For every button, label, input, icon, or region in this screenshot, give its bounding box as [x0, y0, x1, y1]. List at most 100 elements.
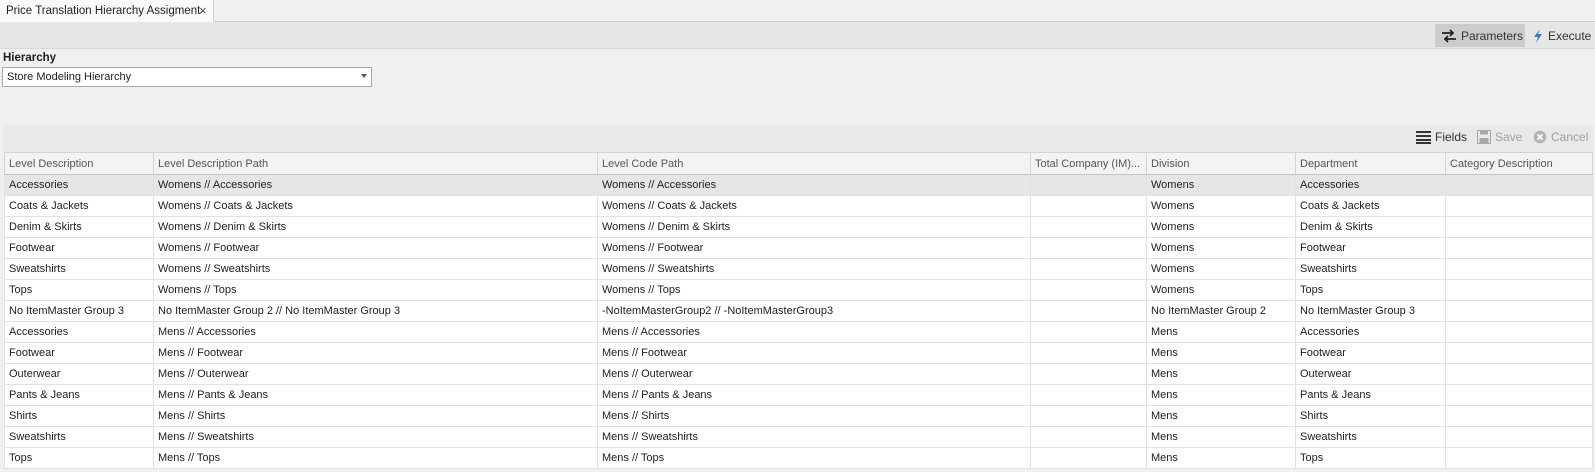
division-cell[interactable]: Mens	[1146, 426, 1296, 448]
department-cell[interactable]: Tops	[1295, 447, 1446, 469]
level-description-path-cell[interactable]: Mens // Accessories	[153, 321, 598, 343]
department-cell[interactable]: Footwear	[1295, 342, 1446, 364]
category-description-cell[interactable]	[1445, 174, 1593, 196]
level-code-path-cell[interactable]: Mens // Outerwear	[597, 363, 1031, 385]
total-company-cell[interactable]	[1030, 384, 1147, 406]
execute-button[interactable]: Execute	[1530, 24, 1595, 47]
total-company-cell[interactable]	[1030, 321, 1147, 343]
column-header-division[interactable]: Division	[1146, 152, 1296, 175]
level-code-path-cell[interactable]: Womens // Footwear	[597, 237, 1031, 259]
department-cell[interactable]: Sweatshirts	[1295, 258, 1446, 280]
category-description-cell[interactable]	[1445, 426, 1593, 448]
category-description-cell[interactable]	[1445, 384, 1593, 406]
column-header-category-description[interactable]: Category Description	[1445, 152, 1593, 175]
level-description-cell[interactable]: Tops	[4, 279, 154, 301]
department-cell[interactable]: Accessories	[1295, 174, 1446, 196]
level-code-path-cell[interactable]: Mens // Shirts	[597, 405, 1031, 427]
division-cell[interactable]: Womens	[1146, 216, 1296, 238]
category-description-cell[interactable]	[1445, 258, 1593, 280]
total-company-cell[interactable]	[1030, 342, 1147, 364]
level-description-path-cell[interactable]: Womens // Accessories	[153, 174, 598, 196]
level-description-path-cell[interactable]: Mens // Shirts	[153, 405, 598, 427]
department-cell[interactable]: Coats & Jackets	[1295, 195, 1446, 217]
level-description-cell[interactable]: Shirts	[4, 405, 154, 427]
parameters-button[interactable]: Parameters	[1435, 24, 1525, 47]
table-row[interactable]: Footwear Womens // Footwear Womens // Foot…	[4, 237, 1593, 259]
level-description-cell[interactable]: Sweatshirts	[4, 258, 154, 280]
level-description-cell[interactable]: Footwear	[4, 237, 154, 259]
level-code-path-cell[interactable]: Mens // Accessories	[597, 321, 1031, 343]
level-description-cell[interactable]: Denim & Skirts	[4, 216, 154, 238]
total-company-cell[interactable]	[1030, 237, 1147, 259]
category-description-cell[interactable]	[1445, 342, 1593, 364]
table-row[interactable]: Denim & Skirts Womens // Denim & Skirts Wo…	[4, 216, 1593, 238]
department-cell[interactable]: Pants & Jeans	[1295, 384, 1446, 406]
total-company-cell[interactable]	[1030, 405, 1147, 427]
level-code-path-cell[interactable]: Mens // Pants & Jeans	[597, 384, 1031, 406]
division-cell[interactable]: Womens	[1146, 279, 1296, 301]
division-cell[interactable]: Mens	[1146, 405, 1296, 427]
total-company-cell[interactable]	[1030, 279, 1147, 301]
total-company-cell[interactable]	[1030, 363, 1147, 385]
column-header-total-company[interactable]: Total Company (IM)...	[1030, 152, 1147, 175]
level-description-cell[interactable]: Accessories	[4, 174, 154, 196]
category-description-cell[interactable]	[1445, 300, 1593, 322]
level-description-path-cell[interactable]: No ItemMaster Group 2 // No ItemMaster G…	[153, 300, 598, 322]
category-description-cell[interactable]	[1445, 237, 1593, 259]
level-code-path-cell[interactable]: -NoItemMasterGroup2 // -NoItemMasterGrou…	[597, 300, 1031, 322]
cancel-button[interactable]: Cancel	[1533, 130, 1588, 144]
level-description-path-cell[interactable]: Womens // Coats & Jackets	[153, 195, 598, 217]
category-description-cell[interactable]	[1445, 405, 1593, 427]
department-cell[interactable]: No ItemMaster Group 3	[1295, 300, 1446, 322]
hierarchy-select[interactable]: Store Modeling Hierarchy	[2, 67, 372, 87]
total-company-cell[interactable]	[1030, 300, 1147, 322]
column-header-level-description-path[interactable]: Level Description Path	[153, 152, 598, 175]
category-description-cell[interactable]	[1445, 195, 1593, 217]
category-description-cell[interactable]	[1445, 216, 1593, 238]
department-cell[interactable]: Shirts	[1295, 405, 1446, 427]
total-company-cell[interactable]	[1030, 258, 1147, 280]
total-company-cell[interactable]	[1030, 195, 1147, 217]
level-description-path-cell[interactable]: Womens // Footwear	[153, 237, 598, 259]
level-description-cell[interactable]: Footwear	[4, 342, 154, 364]
department-cell[interactable]: Footwear	[1295, 237, 1446, 259]
division-cell[interactable]: Mens	[1146, 321, 1296, 343]
level-code-path-cell[interactable]: Womens // Tops	[597, 279, 1031, 301]
division-cell[interactable]: Mens	[1146, 384, 1296, 406]
level-code-path-cell[interactable]: Womens // Sweatshirts	[597, 258, 1031, 280]
division-cell[interactable]: No ItemMaster Group 2	[1146, 300, 1296, 322]
level-description-path-cell[interactable]: Mens // Tops	[153, 447, 598, 469]
table-row[interactable]: Accessories Womens // Accessories Womens /…	[4, 174, 1593, 196]
chevron-down-icon[interactable]	[361, 74, 367, 78]
level-description-cell[interactable]: Sweatshirts	[4, 426, 154, 448]
level-description-path-cell[interactable]: Womens // Denim & Skirts	[153, 216, 598, 238]
level-code-path-cell[interactable]: Womens // Denim & Skirts	[597, 216, 1031, 238]
total-company-cell[interactable]	[1030, 216, 1147, 238]
level-description-cell[interactable]: Pants & Jeans	[4, 384, 154, 406]
department-cell[interactable]: Outerwear	[1295, 363, 1446, 385]
column-header-department[interactable]: Department	[1295, 152, 1446, 175]
category-description-cell[interactable]	[1445, 279, 1593, 301]
save-button[interactable]: Save	[1477, 130, 1522, 144]
table-row[interactable]: Tops Womens // Tops Womens // Tops Womens To…	[4, 279, 1593, 301]
tab-price-translation[interactable]: Price Translation Hierarchy Assigment ×	[0, 0, 214, 22]
table-row[interactable]: Outerwear Mens // Outerwear Mens // Outerw…	[4, 363, 1593, 385]
table-row[interactable]: Shirts Mens // Shirts Mens // Shirts Mens Sh…	[4, 405, 1593, 427]
table-row[interactable]: Sweatshirts Mens // Sweatshirts Mens // Sw…	[4, 426, 1593, 448]
table-row[interactable]: Pants & Jeans Mens // Pants & Jeans Mens /…	[4, 384, 1593, 406]
level-description-cell[interactable]: Tops	[4, 447, 154, 469]
fields-button[interactable]: Fields	[1416, 130, 1467, 144]
table-row[interactable]: No ItemMaster Group 3 No ItemMaster Group…	[4, 300, 1593, 322]
level-code-path-cell[interactable]: Womens // Coats & Jackets	[597, 195, 1031, 217]
level-description-cell[interactable]: Accessories	[4, 321, 154, 343]
level-description-path-cell[interactable]: Mens // Footwear	[153, 342, 598, 364]
level-description-path-cell[interactable]: Mens // Sweatshirts	[153, 426, 598, 448]
level-code-path-cell[interactable]: Mens // Sweatshirts	[597, 426, 1031, 448]
department-cell[interactable]: Sweatshirts	[1295, 426, 1446, 448]
total-company-cell[interactable]	[1030, 447, 1147, 469]
department-cell[interactable]: Denim & Skirts	[1295, 216, 1446, 238]
level-description-path-cell[interactable]: Mens // Outerwear	[153, 363, 598, 385]
level-description-path-cell[interactable]: Womens // Sweatshirts	[153, 258, 598, 280]
division-cell[interactable]: Mens	[1146, 342, 1296, 364]
division-cell[interactable]: Mens	[1146, 447, 1296, 469]
